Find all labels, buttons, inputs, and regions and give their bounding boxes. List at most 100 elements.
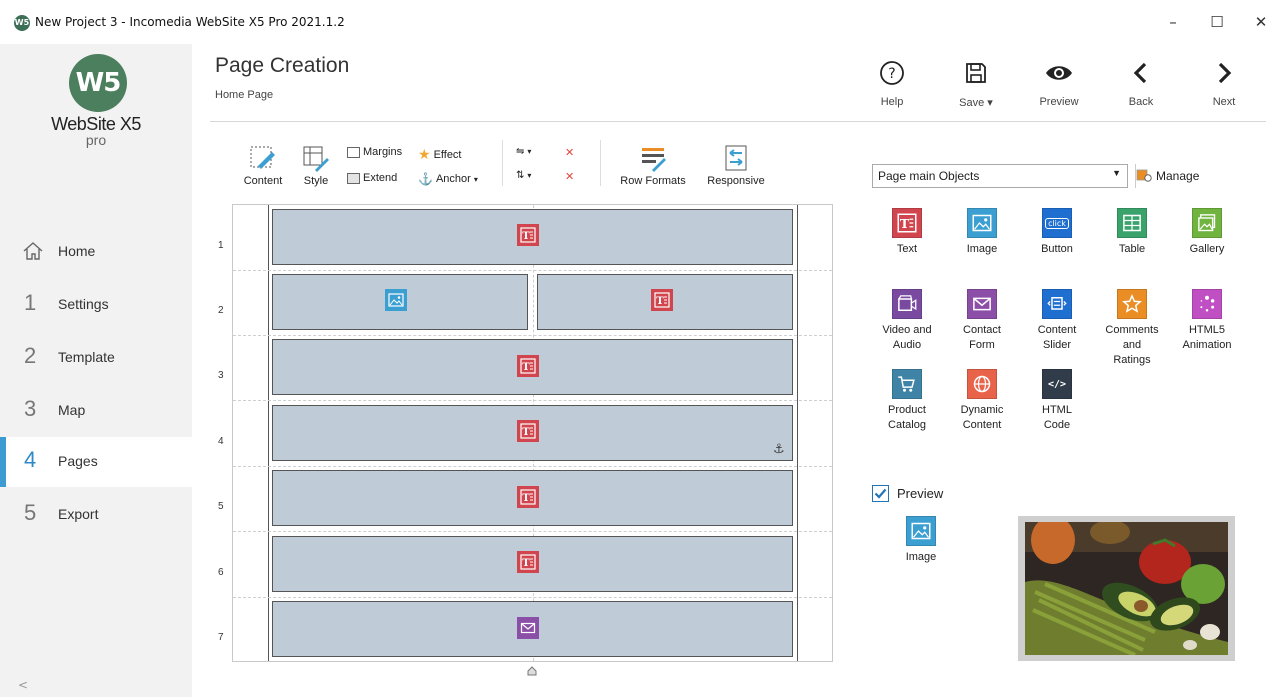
text-object-icon[interactable]: T xyxy=(517,224,539,246)
text-object-icon[interactable]: T xyxy=(651,289,673,311)
chevron-right-icon xyxy=(1218,62,1232,84)
object-video-audio[interactable]: Video and Audio xyxy=(872,289,942,353)
html-code-object-icon: </> xyxy=(1042,369,1072,399)
text-object-icon[interactable]: T xyxy=(517,355,539,377)
margins-button[interactable]: Margins xyxy=(347,146,402,158)
grid-resize-handle[interactable] xyxy=(527,666,537,676)
text-object-icon[interactable]: T xyxy=(517,486,539,508)
checkmark-icon xyxy=(874,488,887,499)
anchor-button[interactable]: ⚓ Anchor ▾ xyxy=(418,172,478,186)
step-number: 4 xyxy=(24,447,37,472)
html5-animation-object-icon xyxy=(1192,289,1222,319)
sidebar-item-template[interactable]: 2 Template xyxy=(0,333,192,383)
button-object-icon: click xyxy=(1042,208,1072,238)
preview-checkbox-label: Preview xyxy=(897,486,944,501)
image-object-icon xyxy=(967,208,997,238)
object-dynamic-content[interactable]: Dynamic Content xyxy=(947,369,1017,433)
object-table[interactable]: Table xyxy=(1097,208,1167,257)
insert-row-button[interactable]: ⇋ ▾ xyxy=(516,146,531,157)
text-object-icon[interactable]: T xyxy=(517,420,539,442)
chevron-down-icon: ▼ xyxy=(1112,168,1121,178)
anchor-icon: ⚓ xyxy=(418,172,433,186)
insert-column-icon: ⇅ xyxy=(516,170,525,181)
style-icon xyxy=(303,146,329,172)
row-number: 7 xyxy=(218,632,224,643)
page-title: Page Creation xyxy=(215,54,350,77)
row-formats-button[interactable]: Row Formats xyxy=(615,144,691,187)
text-object-icon: T xyxy=(892,208,922,238)
extend-icon xyxy=(347,172,360,184)
back-button[interactable]: Back xyxy=(1111,58,1171,114)
help-icon: ? xyxy=(880,61,904,85)
sidebar-item-label: Pages xyxy=(58,453,98,469)
svg-text:T: T xyxy=(656,296,664,307)
object-image[interactable]: Image xyxy=(947,208,1017,257)
preview-image xyxy=(1025,522,1228,655)
help-button[interactable]: ? Help xyxy=(862,58,922,114)
delete-column-button[interactable]: ✕ xyxy=(565,170,574,183)
gallery-object-icon xyxy=(1192,208,1222,238)
object-html-code[interactable]: </> HTML Code xyxy=(1022,369,1092,433)
maximize-button[interactable]: ☐ xyxy=(1194,8,1240,36)
preview-button[interactable]: Preview xyxy=(1029,58,1089,114)
step-number: 5 xyxy=(24,500,37,525)
object-button[interactable]: click Button xyxy=(1022,208,1092,257)
object-category-select[interactable]: Page main Objects ▼ xyxy=(872,164,1128,188)
image-object-icon xyxy=(906,516,936,546)
manage-button[interactable]: Manage xyxy=(1136,164,1199,188)
manage-icon xyxy=(1136,169,1152,182)
sidebar-item-map[interactable]: 3 Map xyxy=(0,386,192,436)
effect-button[interactable]: ★ Effect xyxy=(418,146,462,163)
responsive-button[interactable]: Responsive xyxy=(704,144,768,187)
preview-checkbox[interactable] xyxy=(872,485,889,502)
row-number: 5 xyxy=(218,501,224,512)
save-button[interactable]: Save ▾ xyxy=(946,58,1006,114)
object-contact-form[interactable]: Contact Form xyxy=(947,289,1017,353)
video-audio-object-icon xyxy=(892,289,922,319)
content-button[interactable]: Content xyxy=(238,144,288,187)
dynamic-content-object-icon xyxy=(967,369,997,399)
app-icon: W5 xyxy=(14,15,30,31)
extend-button[interactable]: Extend xyxy=(347,172,397,184)
content-edit-icon xyxy=(250,146,275,169)
insert-column-button[interactable]: ⇅ ▾ xyxy=(516,170,531,181)
object-content-slider[interactable]: Content Slider xyxy=(1022,289,1092,353)
sidebar-item-settings[interactable]: 1 Settings xyxy=(0,280,192,330)
contact-form-object-icon[interactable] xyxy=(517,617,539,639)
svg-text:T: T xyxy=(900,216,910,231)
logo-icon: W5 xyxy=(69,54,127,112)
svg-text:T: T xyxy=(522,493,530,504)
home-icon xyxy=(23,242,43,260)
close-button[interactable]: ✕ xyxy=(1238,8,1284,36)
sidebar-item-label: Map xyxy=(58,402,86,418)
responsive-icon xyxy=(725,145,747,171)
eye-icon xyxy=(1046,66,1072,80)
svg-text:T: T xyxy=(522,231,530,242)
style-button[interactable]: Style xyxy=(298,144,334,187)
anchor-icon: ⚓ xyxy=(773,442,785,457)
image-object-icon[interactable] xyxy=(385,289,407,311)
object-text[interactable]: T Text xyxy=(872,208,942,257)
delete-row-button[interactable]: ✕ xyxy=(565,146,574,159)
row-formats-icon xyxy=(642,148,666,172)
step-number: 3 xyxy=(24,396,37,421)
svg-text:T: T xyxy=(522,558,530,569)
text-object-icon[interactable]: T xyxy=(517,551,539,573)
sidebar-item-pages[interactable]: 4 Pages xyxy=(0,437,192,487)
svg-text:T: T xyxy=(522,427,530,438)
sidebar-item-export[interactable]: 5 Export xyxy=(0,490,192,540)
sidebar-item-label: Export xyxy=(58,506,99,522)
delete-column-icon: ✕ xyxy=(565,171,575,183)
object-comments-ratings[interactable]: Comments and Ratings xyxy=(1097,289,1167,368)
svg-text:T: T xyxy=(522,362,530,373)
sidebar-collapse-arrow[interactable]: < xyxy=(18,678,28,692)
object-product-catalog[interactable]: Product Catalog xyxy=(872,369,942,433)
minimize-button[interactable]: – xyxy=(1150,8,1196,36)
sidebar-item-home[interactable]: Home xyxy=(0,227,192,277)
object-gallery[interactable]: Gallery xyxy=(1172,208,1242,257)
page-subtitle: Home Page xyxy=(215,89,274,101)
object-html5-animation[interactable]: HTML5 Animation xyxy=(1172,289,1242,353)
next-button[interactable]: Next xyxy=(1194,58,1254,114)
row-number: 6 xyxy=(218,567,224,578)
step-number: 1 xyxy=(24,290,37,315)
